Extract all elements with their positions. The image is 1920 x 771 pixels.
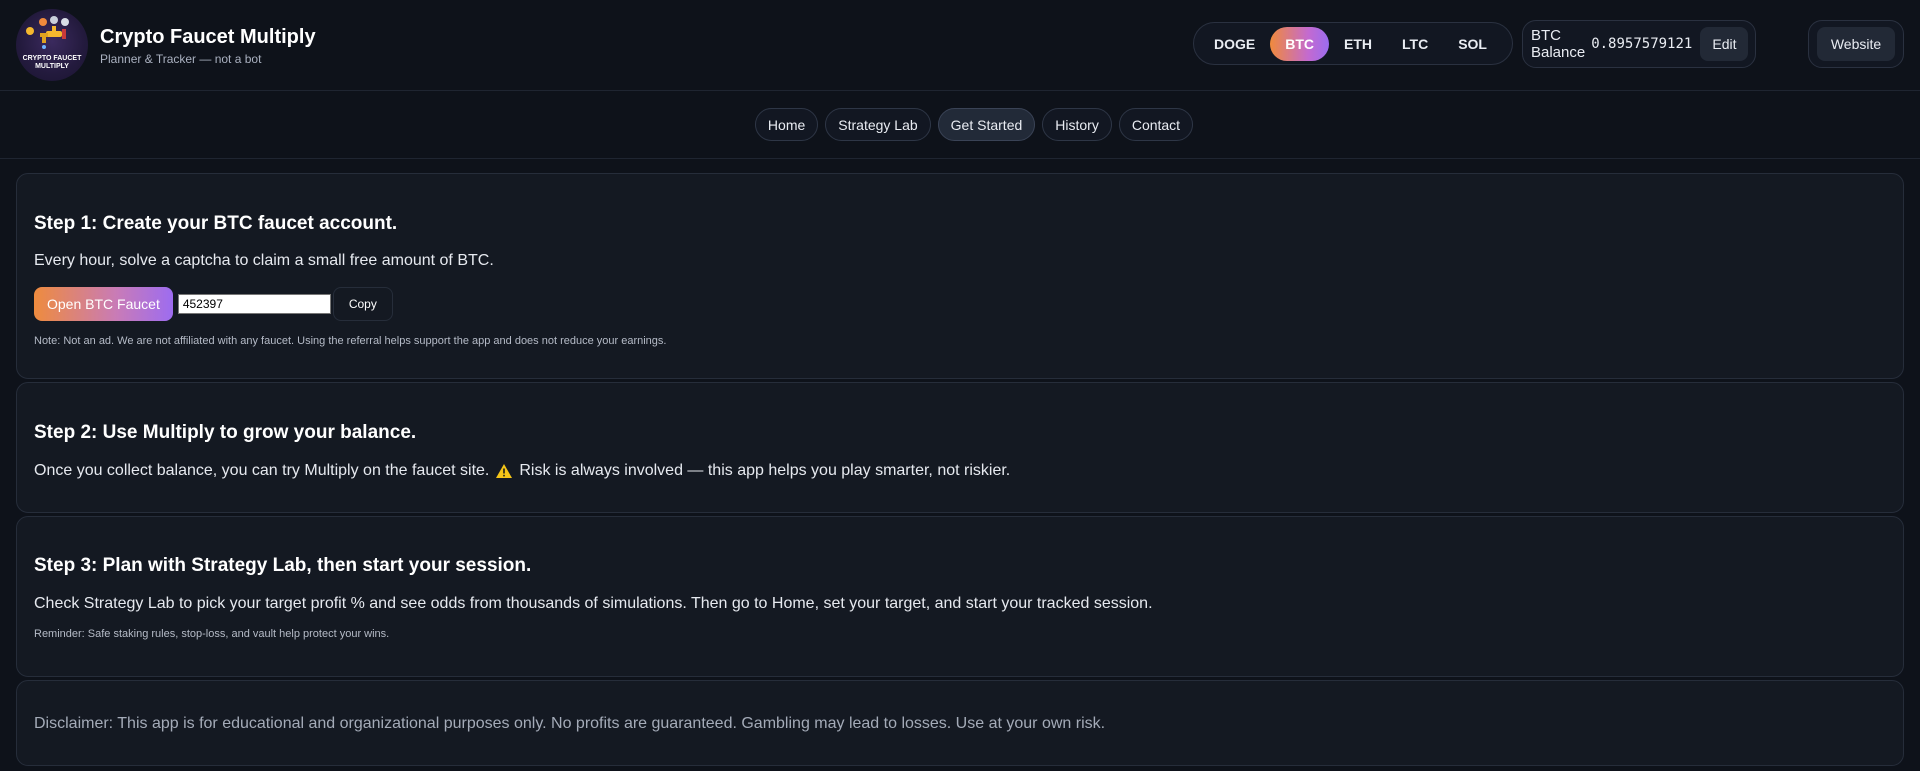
balance-box: BTC Balance 0.8957579121 Edit (1522, 20, 1756, 68)
step2-body-after: Risk is always involved — this app helps… (519, 462, 1011, 479)
website-wrap: Website (1808, 20, 1904, 68)
balance-value: 0.8957579121 (1591, 36, 1693, 52)
coin-sol-button[interactable]: SOL (1443, 27, 1502, 61)
logo-text: CRYPTO FAUCET MULTIPLY (22, 55, 82, 70)
nav-strategy-lab[interactable]: Strategy Lab (825, 108, 931, 141)
steps-container: Step 1: Create your BTC faucet account. … (0, 173, 1920, 766)
coin-ltc-button[interactable]: LTC (1387, 27, 1443, 61)
coin-eth-button[interactable]: ETH (1329, 27, 1387, 61)
coin-btc-button[interactable]: BTC (1270, 26, 1330, 61)
website-button[interactable]: Website (1816, 27, 1896, 61)
nav-get-started[interactable]: Get Started (937, 108, 1036, 141)
referral-code-input[interactable] (177, 294, 331, 314)
step2-title: Step 2: Use Multiply to grow your balanc… (34, 422, 417, 443)
step1-note: Note: Not an ad. We are not affiliated w… (34, 335, 667, 347)
step3-card: Step 3: Plan with Strategy Lab, then sta… (16, 516, 1904, 677)
step3-title: Step 3: Plan with Strategy Lab, then sta… (34, 555, 532, 576)
app-subtitle: Planner & Tracker — not a bot (100, 52, 262, 66)
faucet-row: Open BTC Faucet Copy (34, 287, 1886, 321)
step3-body: Check Strategy Lab to pick your target p… (34, 595, 1153, 612)
app-title: Crypto Faucet Multiply (100, 26, 316, 48)
step2-body: Once you collect balance, you can try Mu… (34, 462, 1886, 480)
step3-note: Reminder: Safe staking rules, stop-loss,… (34, 628, 390, 640)
step2-card: Step 2: Use Multiply to grow your balanc… (16, 382, 1904, 513)
step1-title: Step 1: Create your BTC faucet account. (34, 213, 398, 234)
nav-history[interactable]: History (1042, 108, 1112, 141)
disclaimer-text: Disclaimer: This app is for educational … (34, 715, 1106, 732)
copy-button[interactable]: Copy (332, 287, 393, 321)
warning-icon (496, 464, 513, 478)
main-nav: Home Strategy Lab Get Started History Co… (0, 91, 1920, 159)
step1-card: Step 1: Create your BTC faucet account. … (16, 173, 1904, 379)
step2-body-before: Once you collect balance, you can try Mu… (34, 462, 490, 479)
brand-block: Crypto Faucet Multiply Planner & Tracker… (100, 24, 316, 66)
balance-label: BTC Balance (1531, 27, 1586, 61)
disclaimer-card: Disclaimer: This app is for educational … (16, 680, 1904, 766)
coin-selector: DOGE BTC ETH LTC SOL (1193, 22, 1513, 65)
open-faucet-button[interactable]: Open BTC Faucet (34, 287, 173, 321)
coin-doge-button[interactable]: DOGE (1199, 27, 1270, 61)
app-logo: CRYPTO FAUCET MULTIPLY (16, 9, 88, 81)
step1-body: Every hour, solve a captcha to claim a s… (34, 252, 494, 269)
app-header: CRYPTO FAUCET MULTIPLY Crypto Faucet Mul… (0, 0, 1920, 91)
edit-balance-button[interactable]: Edit (1700, 27, 1749, 61)
nav-contact[interactable]: Contact (1118, 108, 1194, 141)
nav-home[interactable]: Home (754, 108, 819, 141)
